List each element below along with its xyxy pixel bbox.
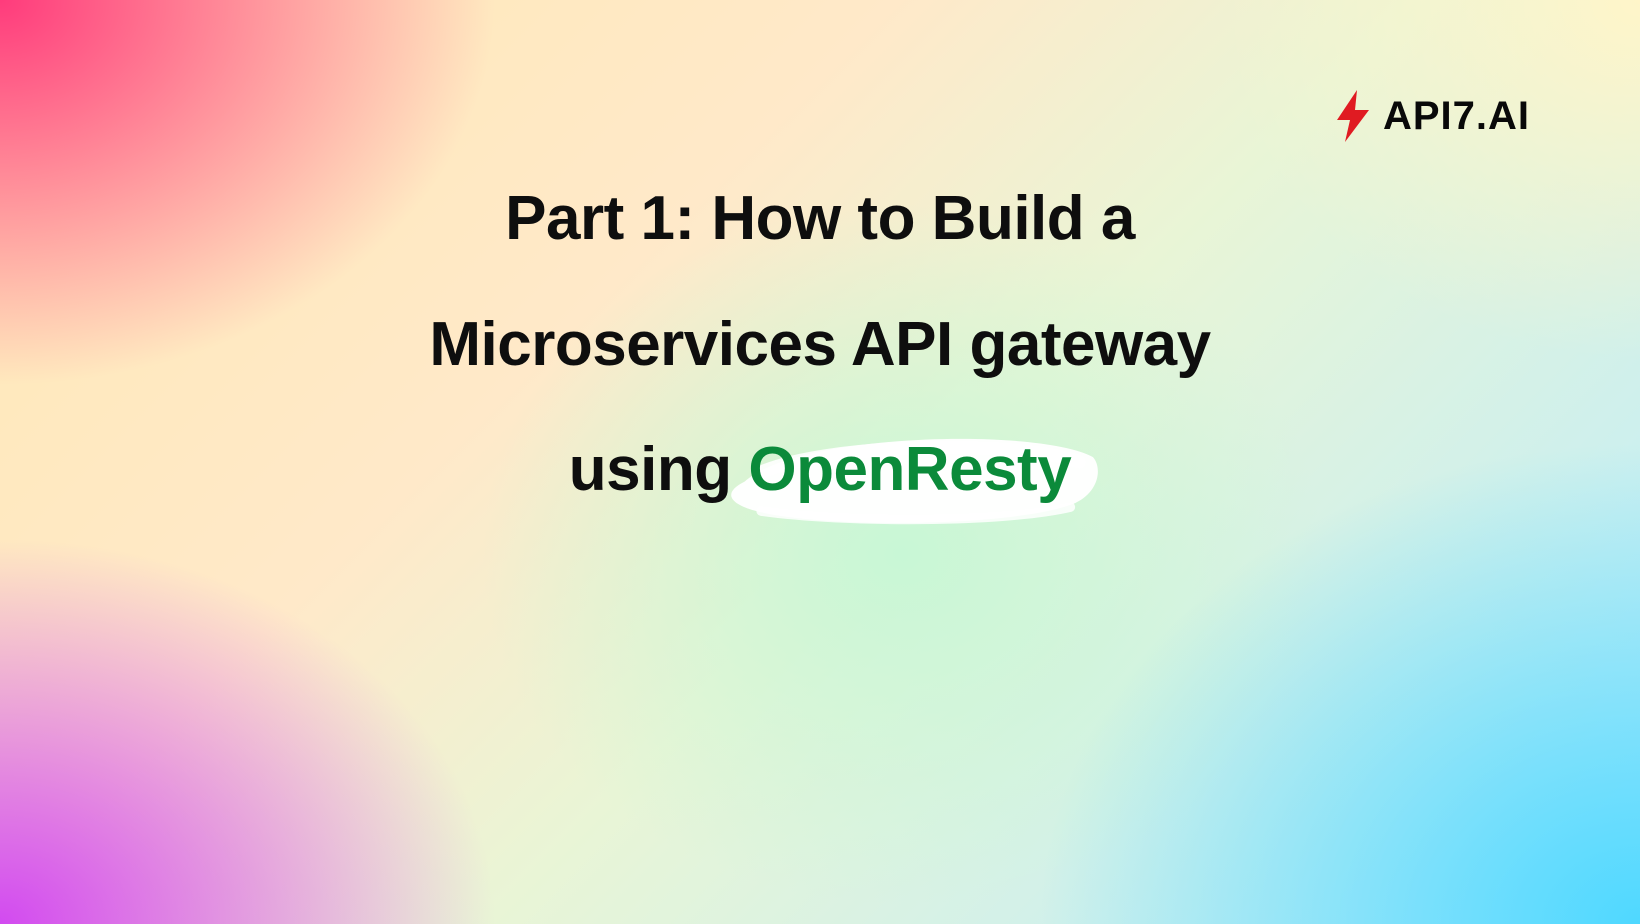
highlight-wrap: OpenResty: [748, 431, 1071, 509]
highlighted-word: OpenResty: [748, 435, 1071, 504]
logo-text: aPI7.aI: [1383, 94, 1530, 139]
title-line-3: using OpenResty: [0, 431, 1640, 509]
lightning-bolt-icon: [1333, 90, 1373, 142]
title-line-1: Part 1: How to Build a: [0, 180, 1640, 258]
brand-logo: aPI7.aI: [1333, 90, 1530, 142]
hero-title: Part 1: How to Build a Microservices API…: [0, 180, 1640, 509]
title-line-2: Microservices API gateway: [0, 306, 1640, 384]
